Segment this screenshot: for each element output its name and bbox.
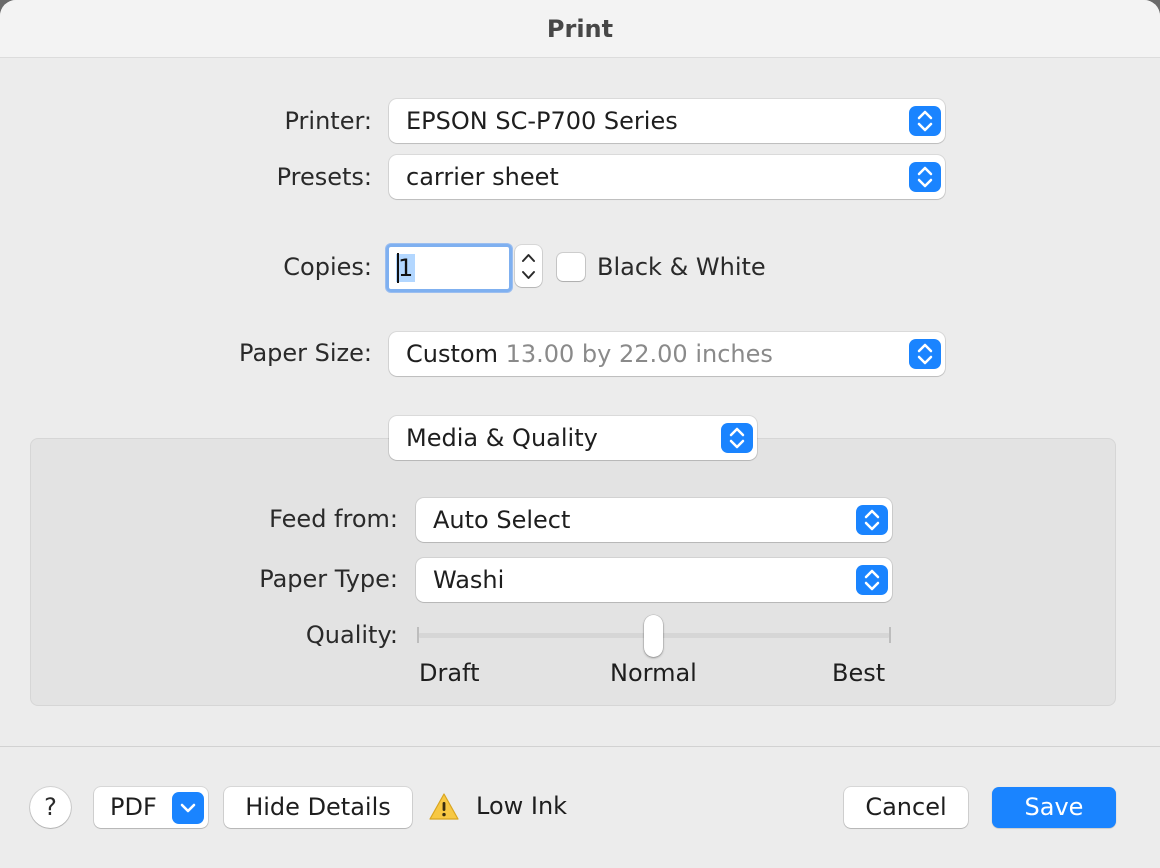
- pdf-label: PDF: [110, 793, 157, 821]
- copies-input[interactable]: 1: [386, 244, 512, 292]
- slider-tick: [889, 627, 891, 643]
- up-down-chevron-icon: [856, 565, 888, 595]
- window-title: Print: [546, 15, 614, 43]
- quality-level-best: Best: [832, 659, 886, 687]
- black-white-checkbox[interactable]: [557, 253, 585, 281]
- warning-icon: [429, 793, 459, 820]
- up-down-chevron-icon: [856, 505, 888, 535]
- footer-divider: [0, 746, 1160, 747]
- cancel-button[interactable]: Cancel: [844, 787, 968, 828]
- quality-label: Quality:: [305, 621, 398, 649]
- help-button[interactable]: ?: [30, 787, 71, 828]
- up-down-chevron-icon: [909, 106, 941, 136]
- up-down-chevron-icon: [909, 339, 941, 369]
- print-dialog: Print Printer: EPSON SC-P700 Series Pres…: [0, 0, 1160, 868]
- quality-slider-knob[interactable]: [644, 615, 663, 657]
- paper-type-label: Paper Type:: [259, 565, 398, 593]
- paper-type-value: Washi: [433, 566, 505, 594]
- quality-level-normal: Normal: [610, 659, 697, 687]
- printer-label: Printer:: [284, 107, 372, 135]
- status-text: Low Ink: [476, 792, 568, 820]
- copies-label: Copies:: [283, 253, 372, 281]
- chevron-down-icon[interactable]: [172, 792, 204, 824]
- printer-value: EPSON SC-P700 Series: [406, 107, 678, 135]
- presets-value: carrier sheet: [406, 163, 559, 191]
- black-white-label[interactable]: Black & White: [597, 253, 766, 281]
- save-button[interactable]: Save: [992, 787, 1116, 828]
- feed-from-value: Auto Select: [433, 506, 571, 534]
- feed-from-popup[interactable]: Auto Select: [416, 498, 892, 542]
- feed-from-label: Feed from:: [269, 505, 398, 533]
- copies-stepper[interactable]: [515, 245, 542, 287]
- panel-value: Media & Quality: [406, 424, 598, 452]
- paper-size-value: Custom: [406, 340, 498, 368]
- presets-label: Presets:: [276, 163, 372, 191]
- hide-details-button[interactable]: Hide Details: [224, 787, 412, 828]
- up-down-chevron-icon: [909, 162, 941, 192]
- up-down-chevron-icon: [721, 423, 753, 453]
- paper-size-popup[interactable]: Custom 13.00 by 22.00 inches: [389, 332, 945, 376]
- paper-type-popup[interactable]: Washi: [416, 558, 892, 602]
- paper-size-label: Paper Size:: [239, 339, 372, 367]
- presets-popup[interactable]: carrier sheet: [389, 155, 945, 199]
- up-down-chevron-icon: [522, 254, 535, 279]
- slider-tick: [417, 627, 419, 643]
- text-caret: [397, 253, 399, 283]
- paper-size-detail: 13.00 by 22.00 inches: [505, 340, 773, 368]
- title-bar: Print: [0, 0, 1160, 58]
- panel-popup[interactable]: Media & Quality: [389, 416, 757, 460]
- printer-popup[interactable]: EPSON SC-P700 Series: [389, 99, 945, 143]
- quality-level-draft: Draft: [419, 659, 480, 687]
